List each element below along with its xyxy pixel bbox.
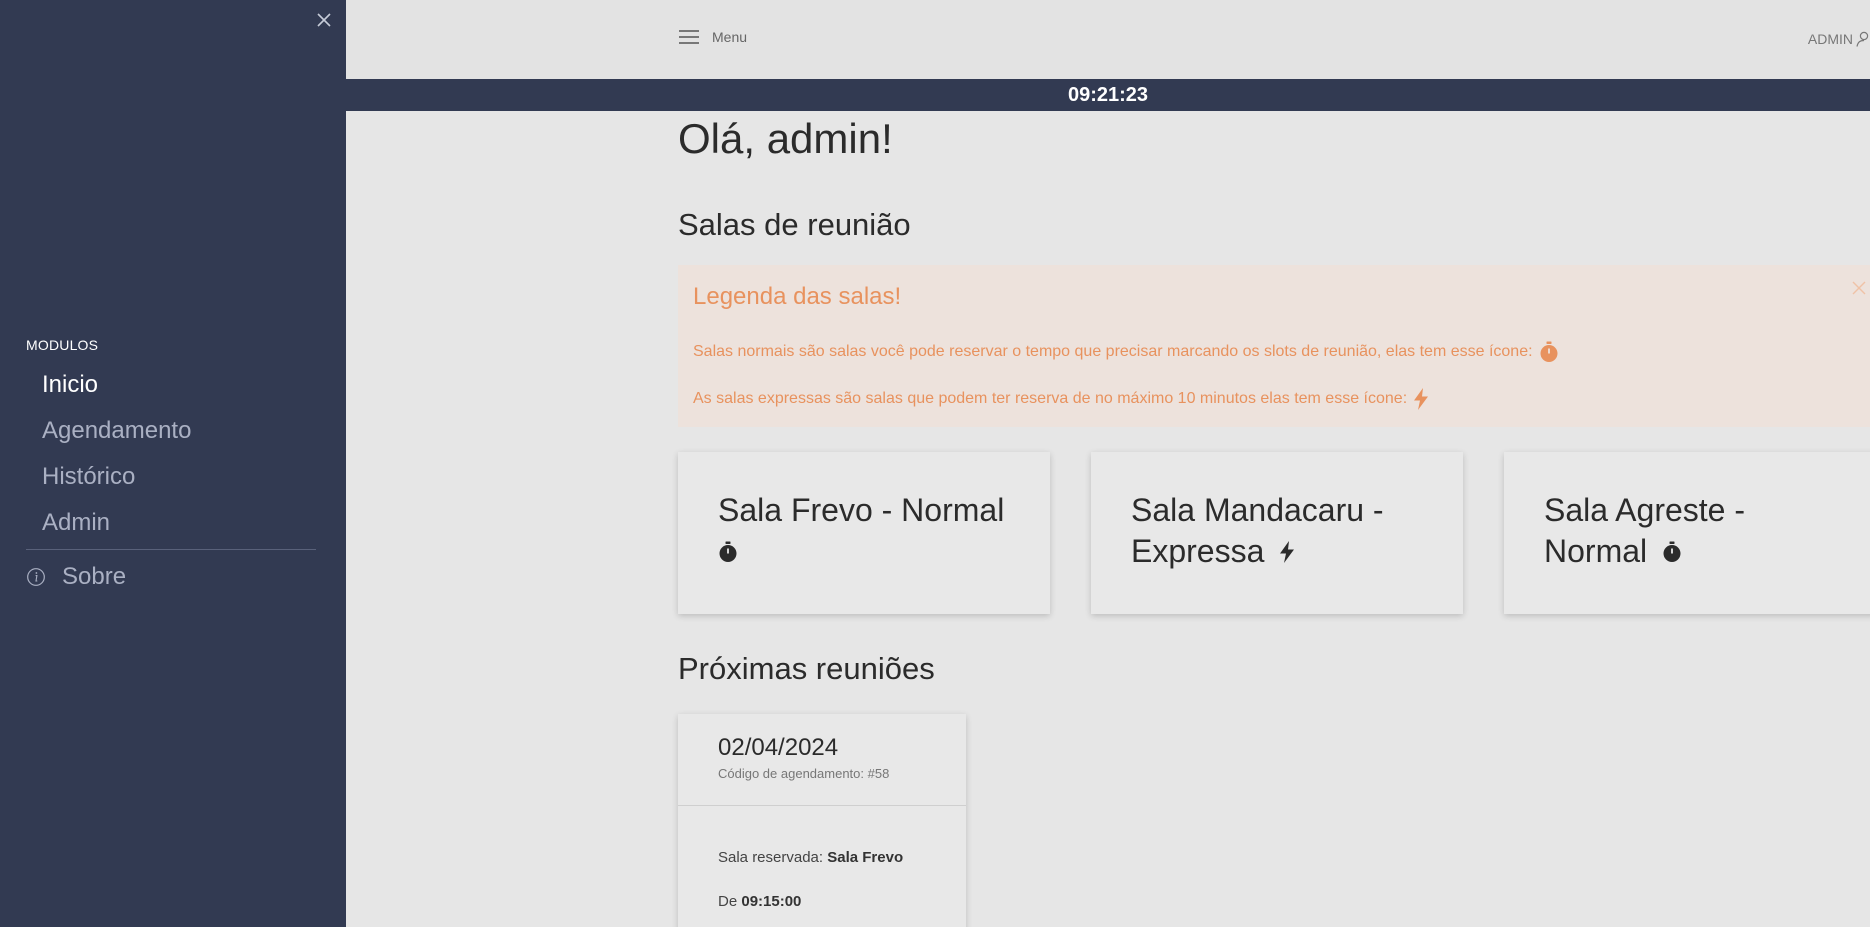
sidebar-item-inicio[interactable]: Inicio xyxy=(42,364,191,410)
sidebar-item-label: Sobre xyxy=(62,563,127,590)
hamburger-icon xyxy=(679,30,699,44)
close-icon[interactable] xyxy=(314,10,334,30)
legend-normal-text: Salas normais são salas você pode reserv… xyxy=(693,343,1533,360)
info-icon xyxy=(27,568,45,586)
meeting-from-time: 09:15:00 xyxy=(741,893,802,910)
meeting-card-header: 02/04/2024 Código de agendamento: #58 xyxy=(678,714,966,806)
sidebar-item-historico[interactable]: Histórico xyxy=(42,456,191,502)
sidebar: MODULOS Inicio Agendamento Histórico Adm… xyxy=(0,0,346,927)
room-card-agreste[interactable]: Sala Agreste - Normal xyxy=(1504,452,1870,614)
clock-bar: 09:21:23 xyxy=(346,79,1870,111)
meeting-room-line: Sala reservada: Sala Frevo xyxy=(718,849,926,866)
page-title: Olá, admin! xyxy=(678,115,893,162)
meeting-card[interactable]: 02/04/2024 Código de agendamento: #58 Sa… xyxy=(678,714,966,927)
sidebar-item-sobre[interactable]: Sobre xyxy=(26,563,126,591)
room-title: Sala Frevo - Normal xyxy=(718,490,1010,572)
sidebar-section-label: MODULOS xyxy=(26,337,99,353)
room-card-mandacaru[interactable]: Sala Mandacaru - Expressa xyxy=(1091,452,1463,614)
bolt-icon xyxy=(1414,388,1429,410)
legend-normal-line: Salas normais são salas você pode reserv… xyxy=(693,341,1559,363)
room-title-text: Sala Frevo - Normal xyxy=(718,492,1005,528)
sidebar-divider xyxy=(26,549,316,550)
sidebar-item-agendamento[interactable]: Agendamento xyxy=(42,410,191,456)
user-label: ADMIN xyxy=(1807,31,1853,47)
legend-alert: Legenda das salas! Salas normais são sal… xyxy=(678,265,1870,427)
room-title: Sala Mandacaru - Expressa xyxy=(1131,490,1423,572)
legend-express-line: As salas expressas são salas que podem t… xyxy=(693,388,1429,410)
upcoming-heading: Próximas reuniões xyxy=(678,651,935,686)
stopwatch-icon xyxy=(1663,541,1681,562)
legend-title: Legenda das salas! xyxy=(693,283,902,310)
meeting-date: 02/04/2024 xyxy=(718,734,839,761)
meeting-room-prefix: Sala reservada: xyxy=(718,849,824,866)
room-title-text: Sala Agreste - Normal xyxy=(1544,492,1745,569)
user-icon xyxy=(1856,31,1869,47)
room-title-text: Sala Mandacaru - Expressa xyxy=(1131,492,1384,569)
close-icon[interactable] xyxy=(1850,279,1868,297)
room-card-frevo[interactable]: Sala Frevo - Normal xyxy=(678,452,1050,614)
meeting-room-name: Sala Frevo xyxy=(827,849,904,866)
meeting-card-body: Sala reservada: Sala Frevo De 09:15:00 xyxy=(678,806,966,910)
rooms-heading: Salas de reunião xyxy=(678,207,911,242)
meeting-from-prefix: De xyxy=(718,893,738,910)
stopwatch-icon xyxy=(1540,341,1558,362)
sidebar-item-admin[interactable]: Admin xyxy=(42,502,191,548)
sidebar-nav: Inicio Agendamento Histórico Admin xyxy=(42,364,191,548)
topbar: Menu ADMIN xyxy=(346,0,1870,79)
room-title: Sala Agreste - Normal xyxy=(1544,490,1836,572)
menu-label: Menu xyxy=(712,29,748,45)
menu-button[interactable]: Menu xyxy=(678,28,747,46)
meeting-time-line: De 09:15:00 xyxy=(718,893,926,910)
legend-express-text: As salas expressas são salas que podem t… xyxy=(693,390,1408,407)
user-menu[interactable]: ADMIN xyxy=(1808,31,1870,47)
bolt-icon xyxy=(1280,541,1295,563)
clock-time: 09:21:23 xyxy=(1067,84,1149,106)
meeting-code: Código de agendamento: #58 xyxy=(718,766,890,781)
stopwatch-icon xyxy=(719,541,737,562)
